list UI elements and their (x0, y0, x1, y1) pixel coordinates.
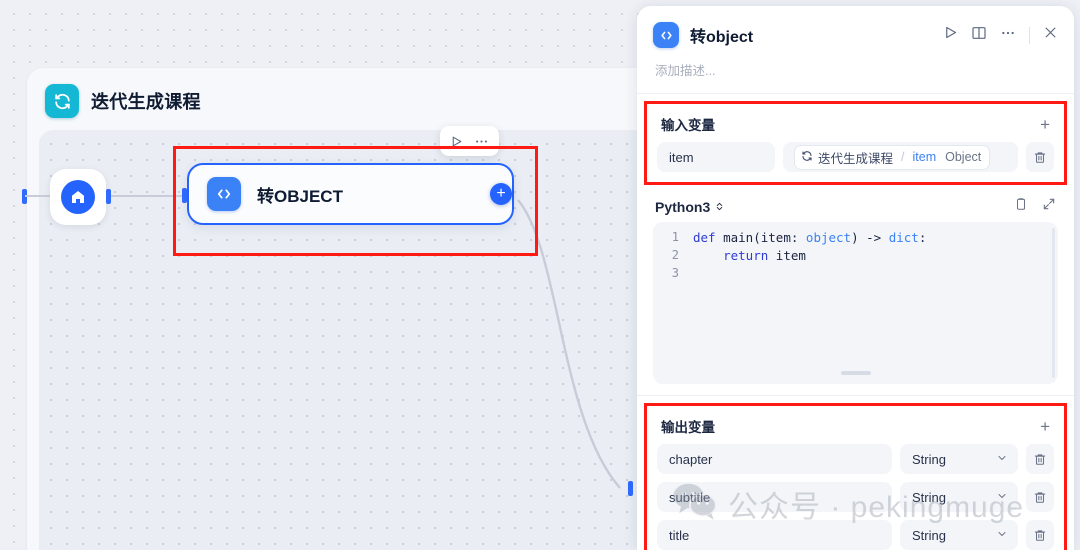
output-variable-name-field[interactable]: subtitle (657, 482, 892, 512)
output-variable-name-field[interactable]: title (657, 520, 892, 550)
resize-grip[interactable] (840, 371, 871, 375)
reference-variable-name: item (912, 150, 937, 164)
output-section-title: 输出变量 (661, 420, 715, 435)
output-section-header: 输出变量 + (657, 414, 1054, 444)
output-variable-name-field[interactable]: chapter (657, 444, 892, 474)
start-node-output-port[interactable] (106, 189, 111, 204)
add-output-variable-button[interactable]: + (1040, 418, 1050, 435)
output-variable-type-select[interactable]: String (900, 520, 1018, 550)
delete-output-variable-button[interactable] (1026, 444, 1054, 474)
reference-separator: / (901, 150, 905, 164)
ellipsis-icon[interactable] (1000, 25, 1016, 46)
delete-output-variable-button[interactable] (1026, 520, 1054, 550)
workflow-canvas[interactable]: 迭代生成课程 转OBJECT + (0, 0, 648, 550)
play-icon[interactable] (943, 25, 958, 45)
code-tools (1014, 197, 1056, 216)
code-output-divider (637, 395, 1074, 396)
variable-reference-chip[interactable]: 迭代生成课程 / item Object (795, 145, 990, 169)
input-variable-reference-field[interactable]: 迭代生成课程 / item Object (783, 142, 1018, 172)
chevron-down-icon (996, 490, 1008, 505)
code-icon (653, 22, 679, 48)
code-icon (207, 177, 241, 211)
line-number: 3 (671, 266, 679, 280)
book-open-icon[interactable] (971, 25, 987, 46)
expand-icon[interactable] (1042, 197, 1056, 216)
output-type-label: String (912, 527, 946, 543)
iteration-node-header: 迭代生成课程 (27, 68, 637, 128)
output-variable-type-select[interactable]: String (900, 482, 1018, 512)
start-node[interactable] (50, 169, 106, 225)
reference-node-name: 迭代生成课程 (818, 151, 894, 166)
code-node[interactable]: 转OBJECT (187, 163, 514, 225)
code-line: 2 return item (653, 246, 1058, 264)
output-variable-row: title String (657, 520, 1054, 550)
code-editor[interactable]: 1 def main(item: object) -> dict: 2 return… (653, 222, 1058, 384)
code-line: 3 (653, 264, 1058, 282)
panel-header: 转object (637, 6, 1074, 48)
ellipsis-icon[interactable] (474, 134, 489, 149)
loop-icon (801, 150, 813, 165)
loop-icon (45, 84, 79, 118)
code-section: Python3 1 def main(item: object) -> dict… (637, 185, 1074, 384)
iteration-input-port[interactable] (22, 189, 27, 204)
delete-output-variable-button[interactable] (1026, 482, 1054, 512)
code-line: 1 def main(item: object) -> dict: (653, 228, 1058, 246)
add-next-node-button[interactable]: + (490, 183, 512, 205)
input-variable-row: item 迭代生成课程 / item Object (657, 142, 1054, 172)
delete-input-variable-button[interactable] (1026, 142, 1054, 172)
iteration-node-title: 迭代生成课程 (91, 92, 201, 112)
chevron-down-icon (996, 528, 1008, 543)
output-variables-section: 输出变量 + chapter String subtitle String title S… (644, 403, 1067, 550)
input-variables-section: 输入变量 + item 迭代生成课程 / item Object (644, 101, 1067, 185)
action-divider (1029, 26, 1030, 44)
code-node-title: 转OBJECT (257, 186, 343, 206)
input-variable-name-field[interactable]: item (657, 142, 775, 172)
chevron-down-icon (996, 452, 1008, 467)
line-number: 1 (671, 230, 679, 244)
output-variable-row: subtitle String (657, 482, 1054, 512)
language-selector[interactable]: Python3 (655, 199, 725, 215)
reference-variable-type: Object (945, 150, 982, 164)
iteration-output-port[interactable] (628, 481, 633, 496)
home-icon (61, 180, 95, 214)
code-scrollbar[interactable] (1052, 228, 1055, 378)
node-detail-panel[interactable]: 转object 添加描述... 输入变量 + item 迭代生成课程 / ite… (637, 6, 1074, 550)
copy-icon[interactable] (1014, 197, 1028, 216)
iteration-node[interactable]: 迭代生成课程 (27, 68, 637, 550)
output-type-label: String (912, 451, 946, 467)
input-section-title: 输入变量 (661, 118, 715, 133)
output-variable-type-select[interactable]: String (900, 444, 1018, 474)
code-text: return item (723, 247, 806, 263)
header-divider (637, 93, 1074, 94)
close-icon[interactable] (1043, 25, 1058, 45)
code-text: def main(item: object) -> dict: (693, 229, 927, 245)
panel-title: 转object (690, 29, 754, 46)
node-toolbar[interactable] (440, 126, 499, 156)
play-icon[interactable] (450, 135, 463, 148)
chevron-updown-icon (714, 199, 725, 215)
output-type-label: String (912, 489, 946, 505)
output-variable-row: chapter String (657, 444, 1054, 474)
panel-actions (943, 25, 1058, 46)
description-input[interactable]: 添加描述... (637, 48, 1074, 93)
language-label: Python3 (655, 198, 711, 215)
code-section-header: Python3 (653, 195, 1058, 222)
input-section-header: 输入变量 + (657, 112, 1054, 142)
line-number: 2 (671, 248, 679, 262)
add-input-variable-button[interactable]: + (1040, 116, 1050, 133)
